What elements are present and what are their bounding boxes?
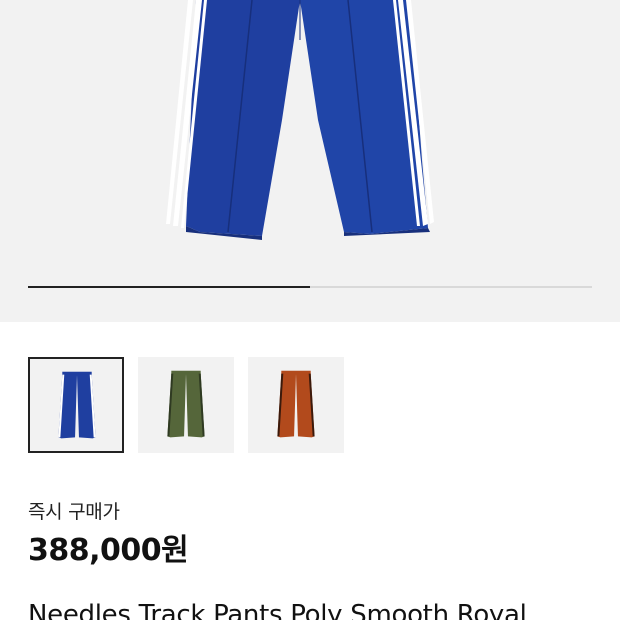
gallery-progress-track [28,286,592,288]
thumbnail-strip [28,357,344,453]
product-image-gallery[interactable] [0,0,620,322]
rust-pants-thumbnail [277,370,315,438]
product-title: Needles Track Pants Poly Smooth Royal [28,600,527,620]
gallery-progress-indicator [28,286,310,288]
olive-pants-thumbnail [167,370,205,438]
thumbnail-rust[interactable] [248,357,344,453]
thumbnail-royal[interactable] [28,357,124,453]
track-pants-image [166,0,434,240]
instant-price-label: 즉시 구매가 [28,501,120,523]
thumbnail-olive[interactable] [138,357,234,453]
instant-price-value: 388,000원 [28,533,189,568]
royal-blue-pants-thumbnail [58,371,96,439]
